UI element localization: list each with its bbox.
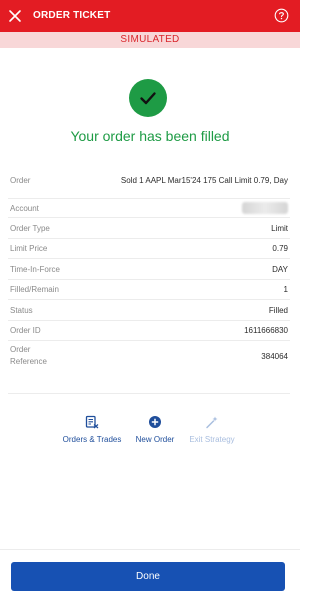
help-icon[interactable] xyxy=(274,8,289,23)
detail-value: 384064 xyxy=(261,351,288,361)
detail-label: Limit Price xyxy=(10,244,48,253)
order-filled-message: Your order has been filled xyxy=(70,128,230,144)
detail-value: 1 xyxy=(283,285,288,294)
close-icon[interactable] xyxy=(8,9,22,23)
detail-row-order-id: Order ID 1611666830 xyxy=(8,321,290,341)
detail-row-account: Account xyxy=(8,199,290,218)
detail-value: Filled xyxy=(268,305,288,315)
detail-value: 1611666830 xyxy=(244,326,288,335)
exit-strategy-label: Exit Strategy xyxy=(189,435,235,444)
detail-row-filled-remain: Filled/Remain 1 xyxy=(8,280,290,300)
detail-label: Time-In-Force xyxy=(10,264,60,274)
detail-row-status: Status Filled xyxy=(8,300,290,321)
footer-divider xyxy=(0,549,300,550)
header-bar: ORDER TICKET xyxy=(0,0,300,32)
orders-trades-label: Orders & Trades xyxy=(62,435,122,444)
detail-value: Sold 1 AAPL Mar15'24 175 Call Limit 0.79… xyxy=(120,175,288,185)
detail-row-time-in-force: Time-In-Force DAY xyxy=(8,259,290,280)
new-order-label: New Order xyxy=(135,435,175,444)
section-divider xyxy=(8,393,290,394)
success-badge xyxy=(129,79,167,117)
detail-row-order-type: Order Type Limit xyxy=(8,218,290,239)
new-order-button[interactable]: New Order xyxy=(130,415,180,444)
account-redacted xyxy=(242,202,288,214)
done-button[interactable]: Done xyxy=(11,562,285,591)
header-title: ORDER TICKET xyxy=(33,10,111,21)
detail-label: Order ID xyxy=(10,326,41,335)
exit-strategy-button[interactable]: Exit Strategy xyxy=(183,415,241,444)
detail-label: Status xyxy=(10,305,33,315)
check-icon xyxy=(140,92,156,105)
detail-label: Filled/Remain xyxy=(10,285,59,294)
order-actions: Orders & Trades New Order Exit Strategy xyxy=(0,415,300,449)
detail-value: DAY xyxy=(272,264,288,274)
orders-trades-button[interactable]: Orders & Trades xyxy=(58,415,126,444)
detail-label: Order Reference xyxy=(10,345,47,366)
orders-trades-icon xyxy=(85,415,99,429)
detail-row-order-reference: Order Reference 384064 xyxy=(8,341,290,371)
plus-circle-icon xyxy=(149,416,161,428)
detail-label: Order Type xyxy=(10,223,50,233)
wand-icon xyxy=(206,416,218,429)
simulated-banner: SIMULATED xyxy=(0,32,300,48)
detail-value: Limit xyxy=(271,223,288,233)
order-details: Order Sold 1 AAPL Mar15'24 175 Call Limi… xyxy=(8,163,290,371)
detail-label: Order xyxy=(10,176,31,185)
detail-label: Account xyxy=(10,203,39,213)
detail-row-order: Order Sold 1 AAPL Mar15'24 175 Call Limi… xyxy=(8,163,290,199)
detail-value: 0.79 xyxy=(272,244,288,253)
detail-row-limit-price: Limit Price 0.79 xyxy=(8,239,290,259)
